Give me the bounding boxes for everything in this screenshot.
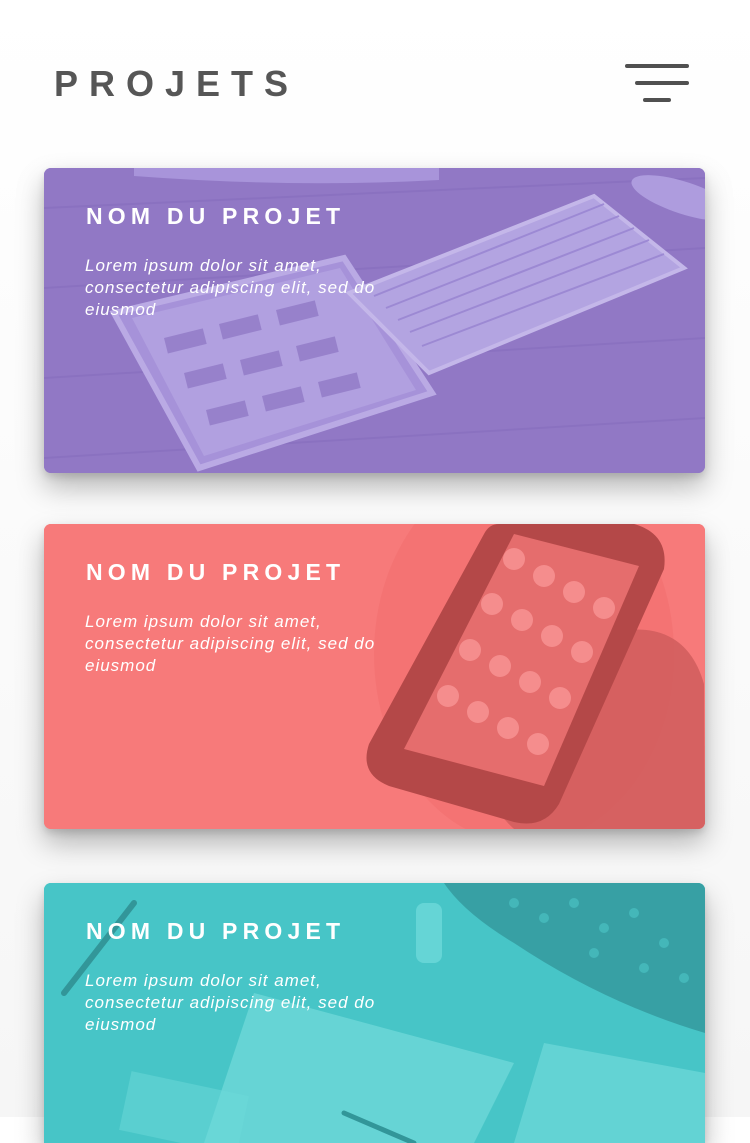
menu-line-icon [625, 64, 689, 68]
project-card[interactable]: NOM DU PROJET Lorem ipsum dolor sit amet… [44, 168, 705, 473]
project-description: Lorem ipsum dolor sit amet, consectetur … [85, 256, 376, 319]
page-header: PROJETS [0, 0, 750, 150]
project-title: NOM DU PROJET [86, 918, 346, 944]
menu-line-icon [635, 81, 689, 85]
project-card[interactable]: NOM DU PROJET Lorem ipsum dolor sit amet… [44, 524, 705, 829]
project-title: NOM DU PROJET [86, 559, 346, 585]
project-description: Lorem ipsum dolor sit amet, consectetur … [85, 971, 376, 1034]
hamburger-menu-button[interactable] [620, 60, 696, 110]
project-description: Lorem ipsum dolor sit amet, consectetur … [85, 612, 376, 675]
project-title: NOM DU PROJET [86, 203, 346, 229]
page-title: PROJETS [54, 63, 300, 104]
project-card[interactable]: NOM DU PROJET Lorem ipsum dolor sit amet… [44, 883, 705, 1143]
menu-line-icon [643, 98, 671, 102]
